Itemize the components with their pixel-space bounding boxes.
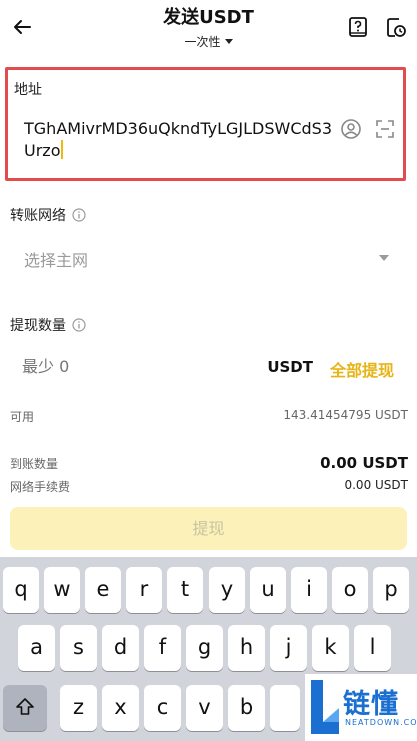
available-row: 可用 143.41454795 USDT xyxy=(10,408,408,425)
key-c[interactable]: c xyxy=(144,685,181,731)
address-input[interactable]: TGhAMivrMD36uQkndTyLGJLDSWCdS3Urzo xyxy=(24,118,342,162)
chevron-down-icon xyxy=(379,255,389,261)
key-h[interactable]: h xyxy=(228,625,265,671)
shift-icon xyxy=(16,698,34,715)
mode-selector[interactable]: 一次性 xyxy=(184,33,233,50)
key-q[interactable]: q xyxy=(3,567,39,613)
watermark-logo: 链懂 NEATDOWN.COM xyxy=(305,674,417,741)
scan-qr-icon[interactable] xyxy=(374,118,396,140)
address-input-value: TGhAMivrMD36uQkndTyLGJLDSWCdS3Urzo xyxy=(24,119,332,160)
withdraw-button[interactable]: 提现 xyxy=(10,507,407,550)
amount-input[interactable] xyxy=(22,357,222,376)
info-icon[interactable] xyxy=(72,318,86,332)
network-placeholder: 选择主网 xyxy=(24,251,89,270)
header: 发送USDT 一次性 xyxy=(0,0,417,60)
withdraw-all-button[interactable]: 全部提现 xyxy=(330,357,394,381)
key-u[interactable]: u xyxy=(250,567,286,613)
key-f[interactable]: f xyxy=(144,625,181,671)
amount-label: 提现数量 xyxy=(10,318,66,334)
key-s[interactable]: s xyxy=(60,625,97,671)
key-a[interactable]: a xyxy=(18,625,55,671)
shift-key[interactable] xyxy=(3,685,47,731)
key-e[interactable]: e xyxy=(85,567,121,613)
key-r[interactable]: r xyxy=(126,567,162,613)
fee-value: 0.00 USDT xyxy=(344,478,408,492)
available-value: 143.41454795 USDT xyxy=(283,408,408,422)
text-cursor xyxy=(61,140,64,159)
help-book-icon[interactable] xyxy=(347,16,369,38)
brand-name: 链懂 xyxy=(343,689,399,720)
amount-row: USDT 全部提现 xyxy=(10,350,408,386)
network-select[interactable]: 选择主网 xyxy=(10,236,408,280)
key-p[interactable]: p xyxy=(373,567,409,613)
key-z[interactable]: z xyxy=(60,685,97,731)
key-g[interactable]: g xyxy=(186,625,223,671)
key-l[interactable]: l xyxy=(354,625,391,671)
key-w[interactable]: w xyxy=(44,567,80,613)
receive-label: 到账数量 xyxy=(10,457,59,471)
available-label: 可用 xyxy=(10,410,35,424)
key-d[interactable]: d xyxy=(102,625,139,671)
network-label-row: 转账网络 xyxy=(10,205,86,225)
receive-row: 到账数量 0.00 USDT xyxy=(10,454,408,472)
fee-label: 网络手续费 xyxy=(10,480,71,494)
fee-row: 网络手续费 0.00 USDT xyxy=(10,478,408,495)
key-o[interactable]: o xyxy=(332,567,368,613)
receive-value: 0.00 USDT xyxy=(320,454,408,472)
network-label: 转账网络 xyxy=(10,208,66,224)
address-field-container[interactable]: 地址 TGhAMivrMD36uQkndTyLGJLDSWCdS3Urzo xyxy=(5,67,406,181)
mode-selector-label: 一次性 xyxy=(184,35,221,49)
key-j[interactable]: j xyxy=(270,625,307,671)
amount-unit: USDT xyxy=(267,358,313,376)
chevron-down-icon xyxy=(224,39,233,44)
address-book-icon[interactable] xyxy=(340,118,362,140)
key-i[interactable]: i xyxy=(291,567,327,613)
amount-label-row: 提现数量 xyxy=(10,315,86,335)
brand-sub: NEATDOWN.COM xyxy=(345,718,417,727)
key-k[interactable]: k xyxy=(312,625,349,671)
key-b[interactable]: b xyxy=(228,685,265,731)
key-x[interactable]: x xyxy=(102,685,139,731)
brand-logo-icon xyxy=(311,680,339,734)
key-partial[interactable] xyxy=(270,685,300,731)
address-label: 地址 xyxy=(14,82,42,98)
key-y[interactable]: y xyxy=(209,567,245,613)
history-icon[interactable] xyxy=(385,16,407,38)
key-v[interactable]: v xyxy=(186,685,223,731)
info-icon[interactable] xyxy=(72,208,86,222)
key-t[interactable]: t xyxy=(167,567,203,613)
